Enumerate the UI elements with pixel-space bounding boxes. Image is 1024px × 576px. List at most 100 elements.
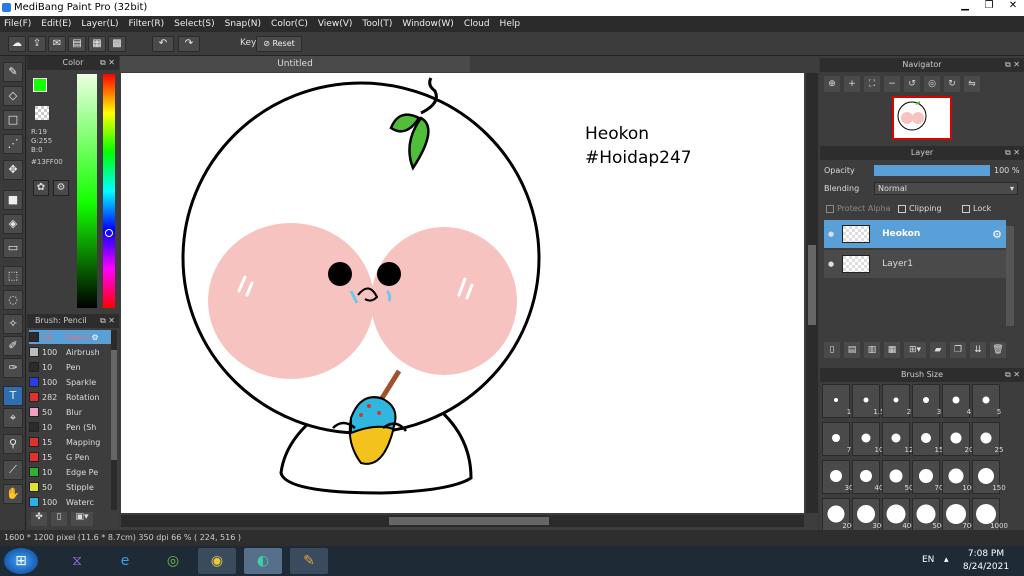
vertical-scroll-thumb[interactable] [808,245,816,325]
rotate-right-icon[interactable]: ↻ [944,76,960,92]
menu-item[interactable]: Layer(L) [81,19,118,29]
brush-settings-icon[interactable]: ✤ [31,512,47,526]
horizontal-scrollbar[interactable] [121,515,804,527]
brush-size-option[interactable]: 1.5 [852,384,885,418]
brush-settings-gear-icon[interactable]: ⚙ [91,333,98,342]
brush-size-option[interactable]: 10 [852,422,883,456]
navigator-preview[interactable] [892,96,952,140]
foreground-color-swatch[interactable] [33,78,47,92]
brush-size-option[interactable]: 25 [972,422,1003,456]
add-layer-menu-icon[interactable]: ⊞▾ [904,342,926,358]
layer-icon[interactable]: ▤ [68,36,86,52]
brush-size-option[interactable]: 1000 [972,498,1008,532]
select-eraser-tool-icon[interactable]: ✑ [3,358,23,378]
brush-item[interactable]: 50 Blur [29,405,111,419]
visibility-icon[interactable]: ● [828,230,834,238]
text-tool-icon[interactable]: T [3,386,23,406]
reset-button[interactable]: ⊘ Reset [256,36,302,52]
lock-checkbox[interactable]: Lock [962,204,991,213]
rectangle-tool-icon[interactable]: □ [3,110,23,130]
brush-scroll-thumb[interactable] [111,350,117,460]
clock[interactable]: 7:08 PM 8/24/2021 [958,548,1014,574]
layer-settings-gear-icon[interactable]: ⚙ [992,228,1002,241]
palette-icon[interactable]: ✿ [33,180,49,196]
paint-icon[interactable]: ✎ [290,548,328,574]
brush-item[interactable]: 100 Sparkle [29,375,111,389]
duplicate-layer-icon[interactable]: ❐ [950,342,966,358]
transparent-color-swatch[interactable] [35,106,49,120]
hue-bar[interactable] [103,74,115,308]
brush-menu-icon[interactable]: ▣▾ [71,512,93,526]
brush-size-option[interactable]: 300 [852,498,886,532]
brush-size-option[interactable]: 50 [882,460,913,494]
select-pen-tool-icon[interactable]: ✐ [3,336,23,356]
select-tool-icon[interactable]: ⬚ [3,266,23,286]
brush-tool-icon[interactable]: ✎ [3,62,23,82]
rotate-reset-icon[interactable]: ◎ [924,76,940,92]
eraser-tool-icon[interactable]: ◇ [3,86,23,106]
eyedropper-tool-icon[interactable]: ⚲ [3,434,23,454]
menu-item[interactable]: Snap(N) [225,19,261,29]
saturation-bar[interactable] [77,74,97,308]
drawing-canvas[interactable]: Heokon #Hoidap247 [121,73,804,513]
fill-rect-tool-icon[interactable]: ■ [3,190,23,210]
grid-icon[interactable]: ▩ [108,36,126,52]
move-tool-icon[interactable]: ✥ [3,160,23,180]
brush-size-option[interactable]: 30 [822,460,853,494]
brush-size-option[interactable]: 400 [882,498,916,532]
palette-edit-icon[interactable]: ⚙ [53,180,69,196]
visibility-icon[interactable]: ● [828,260,834,268]
brush-item[interactable]: 10 Pen [29,360,111,374]
brush-size-option[interactable]: 20 [942,422,973,456]
brush-item[interactable]: 100 Airbrush [29,345,111,359]
brush-size-option[interactable]: 70 [912,460,943,494]
minimize-button[interactable]: ▁ [954,0,976,14]
menu-item[interactable]: Color(C) [271,19,308,29]
new-1bit-layer-icon[interactable]: ▦ [884,342,900,358]
panel-close-icon[interactable]: ⧉ ✕ [100,314,115,328]
operation-tool-icon[interactable]: ⌖ [3,408,23,428]
app-icon[interactable]: ◎ [154,548,192,574]
blending-select[interactable]: Normal ▾ [874,182,1018,195]
menu-item[interactable]: Help [500,19,521,29]
panel-close-icon[interactable]: ⧉ ✕ [1005,58,1020,72]
brush-item[interactable]: 15 Mapping [29,435,111,449]
lasso-tool-icon[interactable]: ◌ [3,290,23,310]
brush-size-option[interactable]: 40 [852,460,883,494]
merge-down-icon[interactable]: ⇊ [970,342,986,358]
medibang-icon[interactable]: ◐ [244,548,282,574]
menu-item[interactable]: Select(S) [174,19,215,29]
brush-item[interactable]: 10 Pencil ⚙ [29,330,111,344]
brush-list-scrollbar[interactable] [111,330,117,510]
divide-tool-icon[interactable]: ⟋ [3,460,23,480]
brush-size-option[interactable]: 12 [882,422,913,456]
menu-item[interactable]: Edit(E) [41,19,71,29]
panel-close-icon[interactable]: ⧉ ✕ [100,56,115,70]
folder-icon[interactable]: ▰ [930,342,946,358]
brush-item[interactable]: 10 Edge Pe [29,465,111,479]
brush-size-option[interactable]: 2 [882,384,911,418]
comment-icon[interactable]: ✉ [48,36,66,52]
menu-item[interactable]: View(V) [318,19,353,29]
menu-item[interactable]: Tool(T) [362,19,392,29]
brush-size-option[interactable]: 700 [942,498,976,532]
cloud-icon[interactable]: ☁ [8,36,26,52]
brush-size-option[interactable]: 7 [822,422,851,456]
redo-icon[interactable]: ↷ [178,36,200,52]
tray-arrow-icon[interactable]: ▴ [944,555,949,565]
visual-studio-icon[interactable]: ⧖ [58,548,96,574]
fit-icon[interactable]: ⛶ [864,76,880,92]
new-layer-icon[interactable]: ▯ [824,342,840,358]
brush-item[interactable]: 282 Rotation [29,390,111,404]
chrome-icon[interactable]: ◉ [198,548,236,574]
brush-size-option[interactable]: 15 [912,422,943,456]
bucket-tool-icon[interactable]: ◈ [3,214,23,234]
dot-tool-icon[interactable]: ⋰ [3,134,23,154]
delete-layer-icon[interactable]: 🗑 [990,342,1006,358]
brush-size-option[interactable]: 200 [822,498,856,532]
new-8bit-layer-icon[interactable]: ▥ [864,342,880,358]
flip-icon[interactable]: ⇋ [964,76,980,92]
protect-alpha-checkbox[interactable]: Protect Alpha [826,204,891,213]
hand-tool-icon[interactable]: ✋ [3,484,23,504]
magic-wand-tool-icon[interactable]: ✧ [3,314,23,334]
